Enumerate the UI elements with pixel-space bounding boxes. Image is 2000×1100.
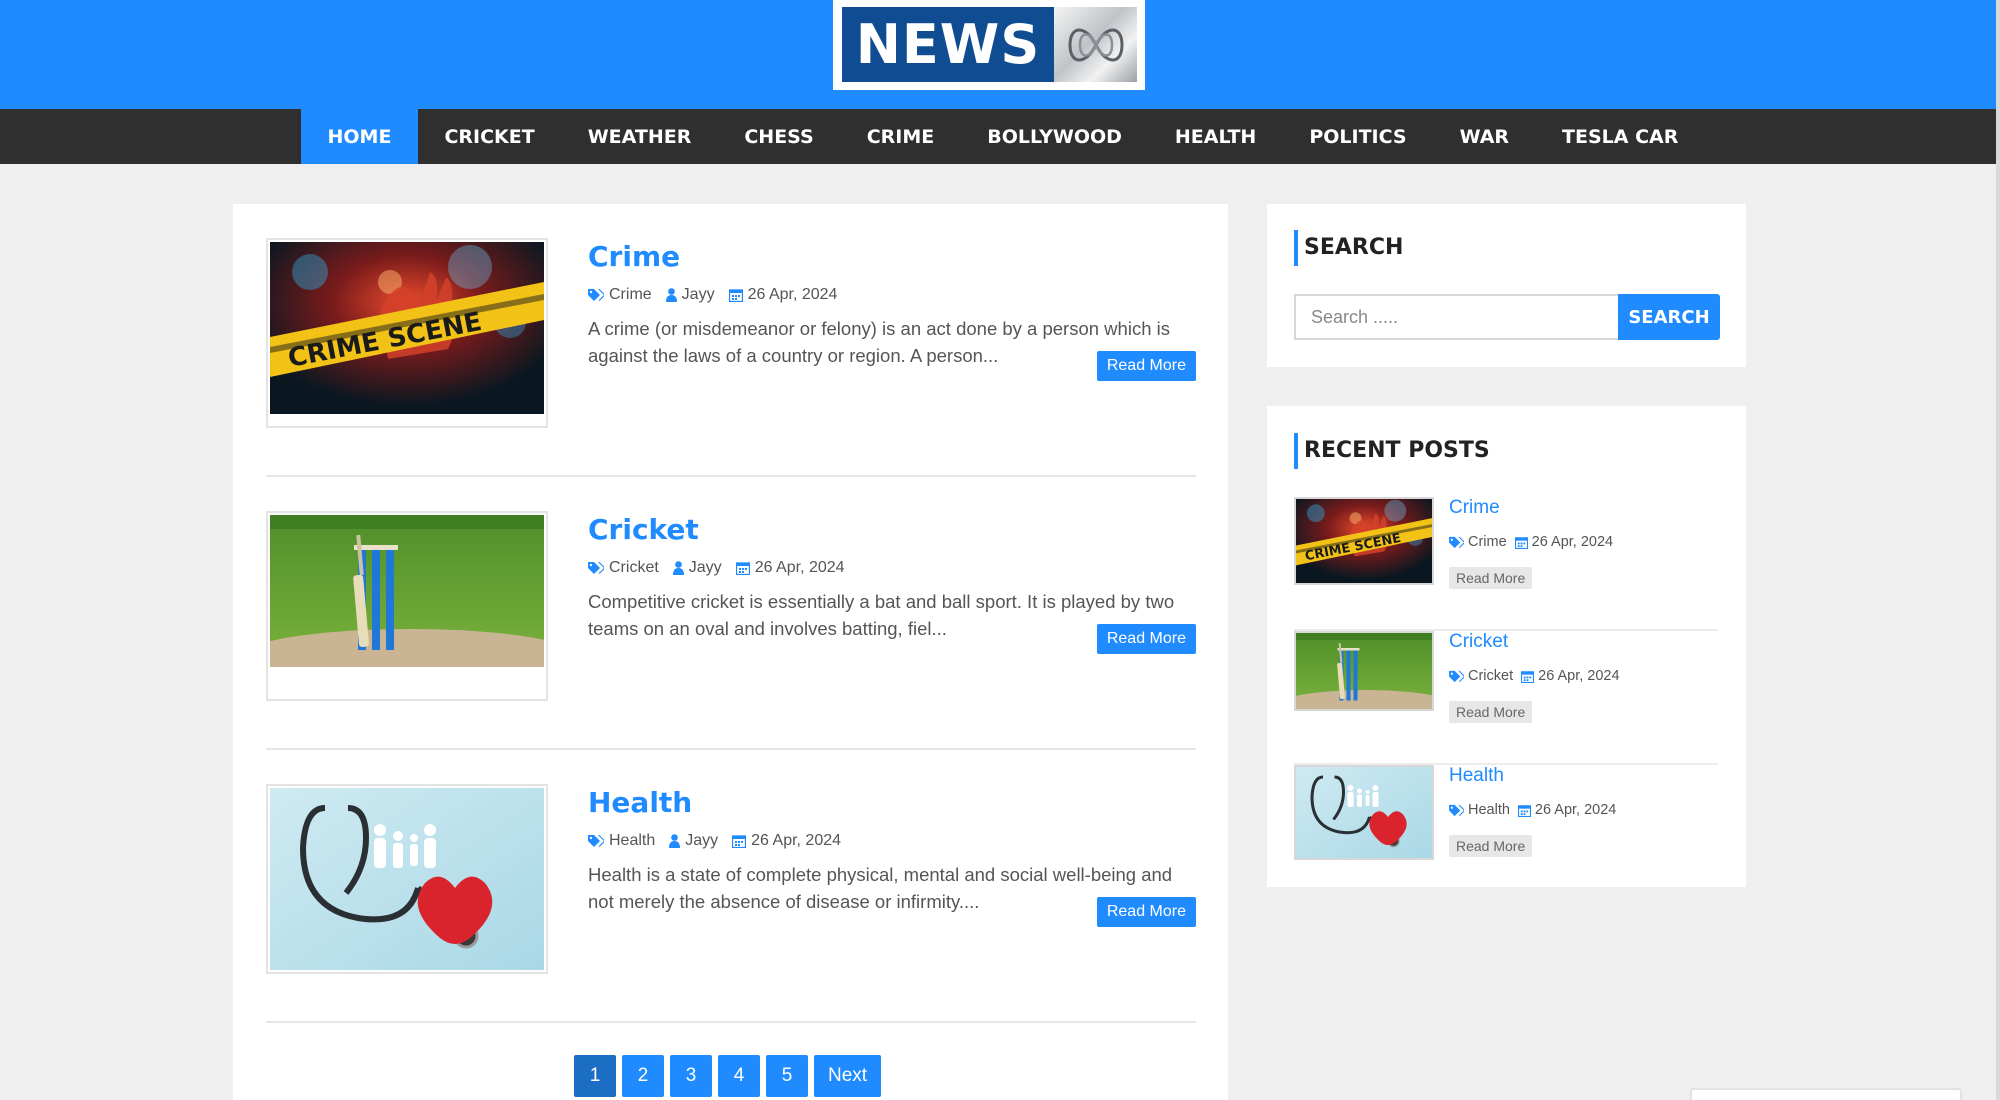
search-input[interactable] — [1294, 294, 1618, 340]
site-header: NEWS — [0, 0, 2000, 109]
recent-post-title[interactable]: Health — [1449, 765, 1504, 787]
recent-post-date: 26 Apr, 2024 — [1531, 534, 1614, 550]
corner-widget — [1690, 1088, 1962, 1100]
post-thumbnail[interactable] — [266, 784, 548, 974]
user-icon — [665, 288, 677, 302]
calendar-icon — [1521, 670, 1535, 683]
nav-list: HOME CRICKET WEATHER CHESS CRIME BOLLYWOOD HEA… — [301, 109, 1705, 164]
tags-icon — [588, 561, 604, 575]
nav-item-politics[interactable]: POLITICS — [1283, 109, 1433, 164]
crime-scene-image — [270, 242, 544, 414]
page-button[interactable]: 4 — [718, 1055, 760, 1097]
post-author[interactable]: Jayy — [682, 286, 715, 304]
recent-post-item: Cricket Cricket 26 Apr, 2024 Read More — [1294, 631, 1718, 765]
post-author[interactable]: Jayy — [685, 832, 718, 850]
scrollbar[interactable] — [1996, 0, 2000, 1100]
tags-icon — [588, 834, 604, 848]
page-button[interactable]: 2 — [622, 1055, 664, 1097]
post-card: Health Health Jayy 26 Apr, 2024 Health i… — [266, 750, 1196, 1023]
page-button[interactable]: 1 — [574, 1055, 616, 1097]
crime-scene-image — [1296, 499, 1432, 583]
page-button[interactable]: 3 — [670, 1055, 712, 1097]
nav-item-bollywood[interactable]: BOLLYWOOD — [961, 109, 1149, 164]
main-nav: HOME CRICKET WEATHER CHESS CRIME BOLLYWOOD HEA… — [0, 109, 2000, 164]
recent-post-date: 26 Apr, 2024 — [1534, 802, 1617, 818]
recent-post-category[interactable]: Crime — [1468, 534, 1507, 550]
post-date: 26 Apr, 2024 — [751, 832, 842, 849]
post-title[interactable]: Crime — [588, 238, 1196, 276]
stethoscope-heart-image — [270, 788, 544, 970]
calendar-icon — [732, 834, 747, 848]
recent-posts-title: RECENT POSTS — [1294, 433, 1490, 469]
recent-posts-widget: RECENT POSTS Crime Crime 26 Apr, 2024 Re… — [1267, 406, 1746, 887]
post-card: Cricket Cricket Jayy 26 Apr, 2024 Compet… — [266, 477, 1196, 750]
recent-read-more-button[interactable]: Read More — [1449, 701, 1533, 723]
post-meta: Cricket Jayy 26 Apr, 2024 — [588, 558, 1196, 578]
search-widget-title: SEARCH — [1294, 230, 1403, 266]
stethoscope-heart-image — [1296, 767, 1432, 858]
next-page-button[interactable]: Next — [814, 1055, 882, 1097]
post-author[interactable]: Jayy — [689, 559, 722, 577]
search-button[interactable]: SEARCH — [1618, 294, 1720, 340]
calendar-icon — [1517, 804, 1531, 817]
recent-post-title[interactable]: Crime — [1449, 497, 1500, 519]
recent-post-item: Health Health 26 Apr, 2024 Read More — [1294, 765, 1718, 899]
nav-item-war[interactable]: WAR — [1433, 109, 1535, 164]
recent-post-thumbnail[interactable] — [1294, 765, 1434, 860]
recent-post-item: Crime Crime 26 Apr, 2024 Read More — [1294, 497, 1718, 631]
tags-icon — [1449, 670, 1464, 683]
tags-icon — [1449, 536, 1464, 549]
recent-read-more-button[interactable]: Read More — [1449, 835, 1533, 857]
post-meta: Health Jayy 26 Apr, 2024 — [588, 831, 1196, 851]
recent-post-meta: Cricket 26 Apr, 2024 — [1449, 668, 1620, 684]
recent-post-title[interactable]: Cricket — [1449, 631, 1508, 653]
post-category[interactable]: Crime — [609, 286, 652, 304]
read-more-button[interactable]: Read More — [1096, 624, 1196, 654]
cricket-wickets-image — [270, 515, 544, 667]
logo-text: NEWS — [842, 7, 1054, 82]
abc-lissajous-icon — [1054, 7, 1137, 82]
post-title[interactable]: Health — [588, 784, 1196, 822]
recent-post-category[interactable]: Health — [1468, 802, 1510, 818]
recent-post-meta: Crime 26 Apr, 2024 — [1449, 534, 1613, 550]
post-title[interactable]: Cricket — [588, 511, 1196, 549]
nav-item-home[interactable]: HOME — [301, 109, 418, 164]
nav-item-weather[interactable]: WEATHER — [561, 109, 718, 164]
post-category[interactable]: Health — [609, 832, 655, 850]
pagination: 1 2 3 4 5 Next — [574, 1055, 882, 1097]
nav-item-chess[interactable]: CHESS — [718, 109, 840, 164]
recent-read-more-button[interactable]: Read More — [1449, 567, 1533, 589]
post-list: Crime Crime Jayy 26 Apr, 2024 A crime (o… — [233, 204, 1228, 1100]
nav-item-tesla-car[interactable]: TESLA CAR — [1536, 109, 1705, 164]
calendar-icon — [1514, 536, 1528, 549]
tags-icon — [1449, 804, 1464, 817]
user-icon — [669, 834, 681, 848]
nav-item-cricket[interactable]: CRICKET — [418, 109, 561, 164]
recent-post-thumbnail[interactable] — [1294, 631, 1434, 711]
recent-post-date: 26 Apr, 2024 — [1538, 668, 1620, 684]
nav-item-health[interactable]: HEALTH — [1148, 109, 1282, 164]
site-logo[interactable]: NEWS — [833, 0, 1145, 90]
recent-post-category[interactable]: Cricket — [1468, 668, 1513, 684]
nav-item-crime[interactable]: CRIME — [840, 109, 961, 164]
post-thumbnail[interactable] — [266, 238, 548, 428]
post-card: Crime Crime Jayy 26 Apr, 2024 A crime (o… — [266, 204, 1196, 477]
tags-icon — [588, 288, 604, 302]
calendar-icon — [728, 288, 743, 302]
read-more-button[interactable]: Read More — [1096, 897, 1196, 927]
post-date: 26 Apr, 2024 — [754, 559, 845, 576]
page-button[interactable]: 5 — [766, 1055, 808, 1097]
post-date: 26 Apr, 2024 — [747, 286, 838, 303]
recent-post-thumbnail[interactable] — [1294, 497, 1434, 585]
calendar-icon — [735, 561, 750, 575]
post-category[interactable]: Cricket — [609, 559, 659, 577]
search-widget: SEARCH SEARCH — [1267, 204, 1746, 367]
read-more-button[interactable]: Read More — [1096, 351, 1196, 381]
cricket-wickets-image — [1296, 633, 1432, 709]
post-thumbnail[interactable] — [266, 511, 548, 701]
user-icon — [672, 561, 684, 575]
recent-post-meta: Health 26 Apr, 2024 — [1449, 802, 1616, 818]
post-meta: Crime Jayy 26 Apr, 2024 — [588, 285, 1196, 305]
